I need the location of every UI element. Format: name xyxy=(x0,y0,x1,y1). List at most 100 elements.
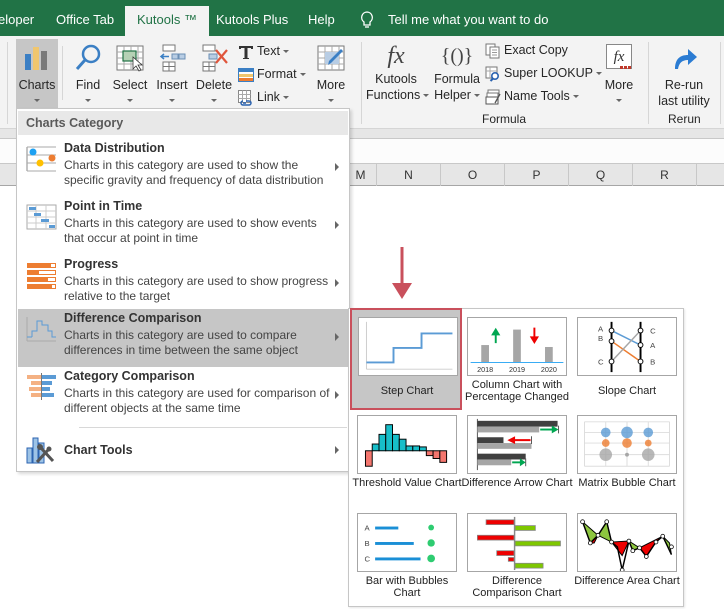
gallery-item-difference-comparison-chart[interactable]: Difference Comparison Chart xyxy=(461,505,573,605)
chevron-down-icon xyxy=(282,50,289,54)
slope-chart-thumbnail: A B C C A B xyxy=(577,317,677,376)
menu-item-point-in-time[interactable]: Point in Time Charts in this category ar… xyxy=(18,197,348,255)
tab-kutools-plus[interactable]: Kutools Plus xyxy=(216,0,288,36)
tab-kutools[interactable]: Kutools ™ xyxy=(125,6,209,36)
column-header-q[interactable]: Q xyxy=(569,164,633,186)
gallery-item-column-chart-percentage[interactable]: 2018 2019 2020 Column Chart with Percent… xyxy=(461,309,573,409)
difference-comparison-thumbnail xyxy=(467,513,567,572)
chevron-down-icon xyxy=(211,99,217,102)
difference-comparison-icon xyxy=(26,317,56,342)
tab-developer[interactable]: eloper xyxy=(0,0,34,36)
tell-me-search[interactable]: Tell me what you want to do xyxy=(388,0,548,36)
name-tools-label: Name Tools xyxy=(504,89,570,103)
gallery-item-label: Bar with Bubbles Chart xyxy=(365,575,449,599)
menu-item-progress[interactable]: Progress Charts in this category are use… xyxy=(18,255,348,313)
svg-text:fx: fx xyxy=(614,49,625,65)
chevron-down-icon xyxy=(473,94,480,98)
formula-helper-button[interactable]: {()} Formula Helper xyxy=(430,39,484,103)
tab-office-tab[interactable]: Office Tab xyxy=(56,0,114,36)
find-label: Find xyxy=(75,78,101,92)
format-button[interactable]: Format xyxy=(238,64,306,84)
menu-item-title: Data Distribution xyxy=(64,141,165,155)
group-label-formula: Formula xyxy=(482,112,527,126)
year-label: 2018 xyxy=(477,365,493,374)
gallery-item-difference-area-chart[interactable]: Difference Area Chart xyxy=(571,505,683,605)
menu-item-description: Charts in this category are used to comp… xyxy=(64,328,298,357)
exact-copy-label: Exact Copy xyxy=(504,43,568,57)
gallery-item-label: Difference Area Chart xyxy=(574,575,680,587)
more-edit-icon xyxy=(317,45,345,71)
super-lookup-button[interactable]: Super LOOKUP xyxy=(485,63,602,83)
submenu-arrow-icon xyxy=(335,333,339,341)
menu-item-description: Charts in this category are used to show… xyxy=(64,216,317,245)
delete-icon xyxy=(202,44,228,72)
more-button-2[interactable]: fx More xyxy=(600,39,638,102)
gallery-item-label: Difference Arrow Chart xyxy=(461,477,573,489)
gallery-item-matrix-bubble-chart[interactable]: Matrix Bubble Chart xyxy=(571,407,683,507)
insert-button[interactable]: Insert xyxy=(152,39,192,102)
column-header-o[interactable]: O xyxy=(441,164,505,186)
gallery-item-bar-with-bubbles-chart[interactable]: A B C Bar with Bubbles Chart xyxy=(351,505,463,605)
chevron-down-icon xyxy=(169,99,175,102)
name-tools-icon xyxy=(485,89,501,105)
chevron-down-icon xyxy=(127,99,133,102)
charts-button[interactable]: Charts xyxy=(16,39,58,111)
menu-item-difference-comparison[interactable]: Difference Comparison Charts in this cat… xyxy=(18,309,348,367)
formula-helper-text: Helper xyxy=(434,88,471,102)
gallery-item-label: Step Chart xyxy=(380,385,434,397)
gallery-item-threshold-value-chart[interactable]: Threshold Value Chart xyxy=(351,407,463,507)
menu-item-category-comparison[interactable]: Category Comparison Charts in this categ… xyxy=(18,367,348,425)
rerun-button[interactable]: Re-run last utility xyxy=(652,39,716,109)
submenu-arrow-icon xyxy=(335,391,339,399)
chevron-down-icon xyxy=(423,94,430,98)
tab-help[interactable]: Help xyxy=(308,0,335,36)
menu-item-chart-tools[interactable]: Chart Tools xyxy=(18,433,348,467)
find-button[interactable]: Find xyxy=(68,39,108,102)
select-button[interactable]: Select xyxy=(110,39,150,102)
bar-letter: B xyxy=(364,539,369,548)
name-tools-button[interactable]: Name Tools xyxy=(485,86,579,106)
ribbon-tab-bar: eloper Office Tab Kutools ™ Kutools Plus… xyxy=(0,0,724,36)
delete-button[interactable]: Delete xyxy=(194,39,234,102)
exact-copy-button[interactable]: Exact Copy xyxy=(485,40,568,60)
gallery-item-label: Matrix Bubble Chart xyxy=(578,477,676,489)
bar-bubbles-thumbnail: A B C xyxy=(357,513,457,572)
threshold-value-thumbnail xyxy=(357,415,457,474)
bar-letter: A xyxy=(364,523,370,532)
kutools-functions-button[interactable]: fx Kutools Functions xyxy=(366,39,430,103)
magnifier-icon xyxy=(75,44,101,70)
group-label-rerun: Rerun xyxy=(668,112,701,126)
chevron-down-icon xyxy=(34,99,40,102)
menu-item-title: Point in Time xyxy=(64,199,143,213)
lookup-icon xyxy=(485,66,500,82)
menu-item-description: Charts in this category are used to show… xyxy=(64,274,329,303)
step-chart-thumbnail xyxy=(358,317,458,376)
gallery-item-label: Column Chart with Percentage Changed xyxy=(465,379,569,403)
format-label: Format xyxy=(257,67,297,81)
select-label: Select xyxy=(112,78,148,92)
text-button[interactable]: Text xyxy=(238,41,289,61)
charts-icon xyxy=(25,47,47,70)
difference-arrow-thumbnail xyxy=(467,415,567,474)
menu-item-title: Difference Comparison xyxy=(64,311,202,325)
column-header-n[interactable]: N xyxy=(377,164,441,186)
difference-area-thumbnail xyxy=(577,513,677,572)
redo-arrow-icon xyxy=(675,49,697,69)
slope-letter: C xyxy=(598,357,604,366)
gallery-item-step-chart[interactable]: Step Chart xyxy=(350,308,462,410)
column-header-p[interactable]: P xyxy=(505,164,569,186)
kutools-functions-text: Functions xyxy=(366,88,421,102)
menu-item-title: Chart Tools xyxy=(64,443,133,457)
formula-helper-label-2: Helper xyxy=(430,87,484,103)
gallery-item-difference-arrow-chart[interactable]: Difference Arrow Chart xyxy=(461,407,573,507)
link-button[interactable]: Link xyxy=(238,87,289,107)
more-button-1[interactable]: More xyxy=(312,39,350,102)
gallery-item-slope-chart[interactable]: A B C C A B Slope Chart xyxy=(571,309,683,409)
fx-more-icon: fx xyxy=(606,44,632,69)
submenu-arrow-icon xyxy=(335,163,339,171)
slope-letter: A xyxy=(650,341,656,350)
menu-item-data-distribution[interactable]: Data Distribution Charts in this categor… xyxy=(18,139,348,197)
fx-icon: fx xyxy=(387,43,405,69)
lightbulb-icon xyxy=(361,11,373,28)
column-header-r[interactable]: R xyxy=(633,164,697,186)
